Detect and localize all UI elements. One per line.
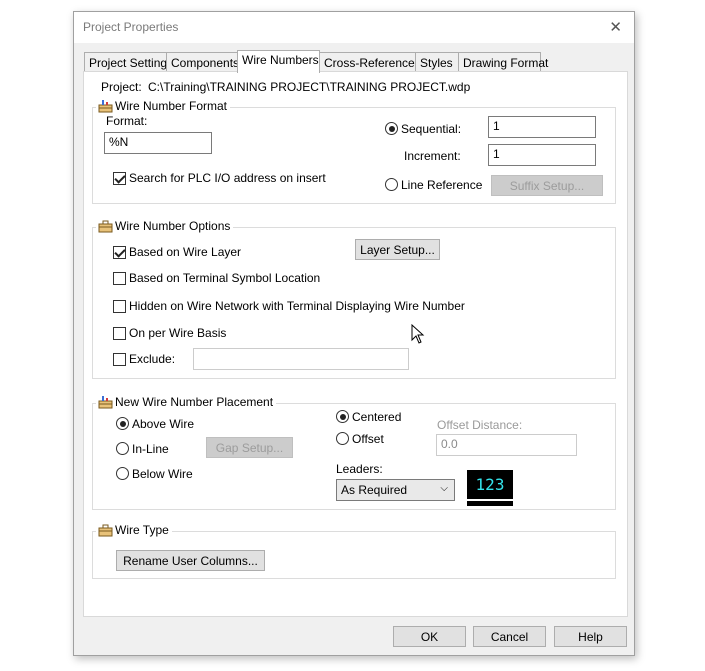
- offset-radio[interactable]: [336, 432, 349, 445]
- centered-label: Centered: [352, 410, 402, 424]
- tab-label: Project Settings: [89, 56, 174, 70]
- wire-type-legend: Wire Type: [96, 523, 172, 537]
- rename-user-columns-button[interactable]: Rename User Columns...: [116, 550, 265, 571]
- wire-number-format-legend: Wire Number Format: [96, 99, 231, 113]
- line-reference-radio[interactable]: [385, 178, 398, 191]
- wire-number-preview: 123: [467, 470, 513, 506]
- toolbox-icon: [98, 220, 113, 233]
- offset-distance-label: Offset Distance:: [437, 418, 523, 432]
- increment-label: Increment:: [404, 149, 461, 163]
- above-wire-radio[interactable]: [116, 417, 129, 430]
- chevron-down-icon: ⌵: [440, 483, 448, 494]
- offset-distance-input[interactable]: 0.0: [436, 434, 577, 456]
- wire-number-options-legend: Wire Number Options: [96, 219, 234, 233]
- group-title: Wire Type: [115, 523, 169, 537]
- group-title: New Wire Number Placement: [115, 395, 274, 409]
- increment-input[interactable]: 1: [488, 144, 596, 166]
- wire-numbers-panel: Project: C:\Training\TRAINING PROJECT\TR…: [83, 71, 628, 617]
- terminal-location-checkbox[interactable]: [113, 272, 126, 285]
- format-input[interactable]: %N: [104, 132, 212, 154]
- wire-number-icon: [98, 100, 113, 113]
- gap-setup-button[interactable]: Gap Setup...: [206, 437, 293, 458]
- hidden-on-network-label: Hidden on Wire Network with Terminal Dis…: [129, 299, 465, 313]
- ok-button[interactable]: OK: [393, 626, 466, 647]
- tab-wire-numbers[interactable]: Wire Numbers: [237, 50, 320, 73]
- terminal-location-label: Based on Terminal Symbol Location: [129, 271, 321, 285]
- help-button[interactable]: Help: [554, 626, 627, 647]
- hidden-on-network-checkbox[interactable]: [113, 300, 126, 313]
- tab-label: Wire Numbers: [242, 53, 319, 67]
- toolbox-icon: [98, 524, 113, 537]
- format-label: Format:: [106, 114, 148, 128]
- layer-setup-button[interactable]: Layer Setup...: [355, 239, 440, 260]
- project-properties-dialog: Project Properties ✕ Project Settings Co…: [73, 11, 635, 656]
- above-wire-label: Above Wire: [132, 417, 195, 431]
- in-line-label: In-Line: [132, 442, 169, 456]
- project-label: Project:: [101, 80, 142, 94]
- window-title: Project Properties: [83, 20, 179, 34]
- below-wire-label: Below Wire: [132, 467, 193, 481]
- per-wire-label: On per Wire Basis: [129, 326, 227, 340]
- group-title: Wire Number Format: [115, 99, 228, 113]
- tab-styles[interactable]: Styles: [415, 52, 459, 72]
- leaders-label: Leaders:: [336, 462, 383, 476]
- sequential-label: Sequential:: [401, 122, 462, 136]
- tab-project-settings[interactable]: Project Settings: [84, 52, 173, 72]
- group-title: Wire Number Options: [115, 219, 231, 233]
- sequential-radio[interactable]: [385, 122, 398, 135]
- search-plc-checkbox[interactable]: [113, 172, 126, 185]
- placement-legend: New Wire Number Placement: [96, 395, 277, 409]
- cancel-button[interactable]: Cancel: [473, 626, 546, 647]
- offset-label: Offset: [352, 432, 384, 446]
- line-reference-label: Line Reference: [401, 178, 483, 192]
- tab-cross-references[interactable]: Cross-References: [319, 52, 421, 72]
- sequential-input[interactable]: 1: [488, 116, 596, 138]
- suffix-setup-button[interactable]: Suffix Setup...: [491, 175, 603, 196]
- tab-label: Cross-References: [324, 56, 421, 70]
- based-on-layer-label: Based on Wire Layer: [129, 245, 242, 259]
- project-path: C:\Training\TRAINING PROJECT\TRAINING PR…: [148, 80, 471, 94]
- tab-label: Components: [171, 56, 240, 70]
- tab-label: Styles: [420, 56, 453, 70]
- exclude-checkbox[interactable]: [113, 353, 126, 366]
- tab-drawing-format[interactable]: Drawing Format: [458, 52, 548, 72]
- placement-icon: [98, 396, 113, 409]
- exclude-label: Exclude:: [129, 352, 176, 366]
- based-on-layer-checkbox[interactable]: [113, 246, 126, 259]
- exclude-input[interactable]: [193, 348, 409, 370]
- tab-label: Drawing Format: [463, 56, 549, 70]
- preview-wire-line: [467, 499, 513, 501]
- leaders-select[interactable]: As Required ⌵: [336, 479, 455, 501]
- leaders-select-value: As Required: [341, 483, 408, 497]
- per-wire-checkbox[interactable]: [113, 327, 126, 340]
- tab-components[interactable]: Components: [166, 52, 240, 72]
- centered-radio[interactable]: [336, 410, 349, 423]
- mouse-pointer-icon: [411, 324, 425, 344]
- title-bar: Project Properties ✕: [74, 12, 634, 43]
- close-icon[interactable]: ✕: [609, 18, 622, 36]
- search-plc-label: Search for PLC I/O address on insert: [129, 171, 326, 185]
- in-line-radio[interactable]: [116, 442, 129, 455]
- below-wire-radio[interactable]: [116, 467, 129, 480]
- preview-text: 123: [475, 475, 505, 494]
